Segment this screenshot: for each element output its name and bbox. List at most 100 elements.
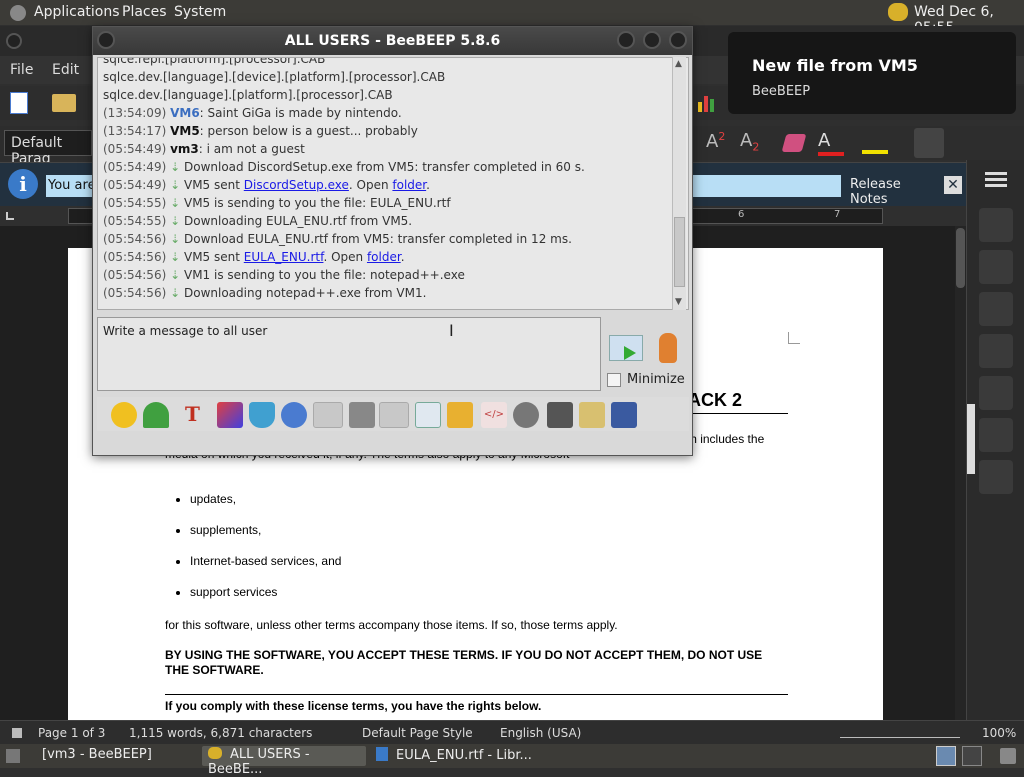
new-document-icon[interactable] [10,92,28,114]
align-center-icon[interactable] [950,128,980,158]
transfer-icon: ⇣ [170,178,181,192]
beebeep-chat-window: ALL USERS - BeeBEEP 5.8.6 sqlce.repl.[pl… [92,26,693,456]
align-left-icon[interactable] [914,128,944,158]
clear-formatting-icon[interactable] [781,134,807,152]
tab-stop-icon[interactable] [6,212,14,220]
html-code-icon[interactable]: </> [481,402,507,428]
page-count[interactable]: Page 1 of 3 [38,726,105,740]
emoticon-icon[interactable] [111,402,137,428]
color-icon[interactable] [217,402,243,428]
minimize-label: Minimize [627,372,685,387]
scroll-up-icon[interactable]: ▲ [675,59,682,69]
word-count[interactable]: 1,115 words, 6,871 characters [129,726,312,740]
task-vm3-beebeep[interactable]: [vm3 - BeeBEEP] [36,746,200,766]
chat-line: sqlce.dev.[language].[device].[platform]… [103,70,446,84]
superscript-icon[interactable]: A2 [706,130,732,156]
language[interactable]: English (USA) [500,726,581,740]
folder-link[interactable]: folder [392,178,426,192]
subscript-icon[interactable]: A2 [740,130,766,156]
folder-link[interactable]: folder [367,250,401,264]
filter-icon[interactable] [249,402,275,428]
inspector-icon[interactable] [979,418,1013,452]
workspace-switcher-1[interactable] [936,746,956,766]
chat-log[interactable]: sqlce.repl.[platform].[processor].CAB sq… [97,57,689,310]
system-menu[interactable]: System [174,4,226,20]
send-file-icon[interactable] [415,402,441,428]
release-notes-button[interactable]: Release Notes [846,173,940,207]
chart-icon[interactable] [698,94,718,112]
chat-line: sqlce.dev.[language].[platform].[process… [103,88,393,102]
chat-line: sqlce.repl.[platform].[processor].CAB [103,57,326,66]
transfer-icon: ⇣ [170,232,181,246]
microphone-icon[interactable] [659,333,677,363]
page-icon [12,728,22,738]
menu-edit[interactable]: Edit [52,62,79,78]
window-close-icon[interactable] [6,33,22,49]
doc-bullet-list: updates, supplements, Internet-based ser… [190,492,590,616]
font-color-icon[interactable]: A [818,130,844,156]
chat-scrollbar-thumb[interactable] [674,217,685,287]
file-link[interactable]: EULA_ENU.rtf [244,250,324,264]
transfer-icon: ⇣ [170,160,181,174]
beebeep-icon [208,747,222,759]
notes-icon[interactable] [579,402,605,428]
styles-icon[interactable] [979,250,1013,284]
document-scrollbar[interactable] [955,226,966,720]
file-link[interactable]: DiscordSetup.exe [244,178,349,192]
open-folder-icon[interactable] [52,94,76,112]
paragraph-style-select[interactable]: Default Parag [4,130,92,167]
minimize-checkbox[interactable] [607,373,621,387]
navigator-icon[interactable] [979,334,1013,368]
music-note-icon[interactable] [379,402,409,428]
menu-file[interactable]: File [10,62,33,78]
sidebar-menu-icon[interactable] [985,172,1007,175]
ruler-tick-7: 7 [834,209,841,220]
zoom-slider[interactable] [840,728,960,738]
text-style-icon[interactable] [349,402,375,428]
send-message-icon[interactable] [609,335,643,361]
zoom-level[interactable]: 100% [982,726,1016,740]
page-style[interactable]: Default Page Style [362,726,473,740]
save-icon[interactable] [611,402,637,428]
gallery-icon[interactable] [979,292,1013,326]
trash-icon[interactable] [1000,748,1016,764]
show-desktop-icon[interactable] [6,749,20,763]
message-input[interactable]: Write a message to all user [97,317,601,391]
send-folder-icon[interactable] [447,402,473,428]
chat-line: (05:54:49) vm3: i am not a guest [103,142,305,156]
properties-icon[interactable] [979,208,1013,242]
font-icon[interactable]: T [185,402,211,428]
scroll-down-icon[interactable]: ▼ [675,297,682,307]
collapse-icon[interactable] [143,402,169,428]
info-icon: i [8,169,38,199]
terminal-icon[interactable] [547,402,573,428]
window-minimize-icon[interactable] [617,31,635,49]
task-eula-writer[interactable]: EULA_ENU.rtf - Libr... [370,746,540,766]
close-infobar-icon[interactable]: ✕ [944,176,962,194]
settings-icon[interactable] [281,402,307,428]
beebeep-tray-icon[interactable] [888,3,908,21]
window-menu-icon[interactable] [97,31,115,49]
applications-icon [10,5,26,21]
top-panel: Applications Places System Wed Dec 6, 05… [0,0,1024,36]
scrollbar-thumb[interactable] [956,228,965,288]
places-menu[interactable]: Places [122,4,167,20]
spellcheck-icon[interactable] [313,402,343,428]
screenshot-icon[interactable] [513,402,539,428]
window-maximize-icon[interactable] [643,31,661,49]
window-close-icon[interactable] [669,31,687,49]
task-all-users-beebeep[interactable]: ALL USERS - BeeBE... [202,746,366,777]
notification-title: New file from VM5 [752,56,918,75]
notification-popup[interactable]: New file from VM5 BeeBEEP [728,32,1016,114]
chat-toolbar: T </> [97,397,689,431]
highlight-icon[interactable] [862,132,888,154]
sidebar-collapse-handle[interactable] [967,404,975,474]
chat-scrollbar[interactable]: ▲ ▼ [672,57,686,310]
applications-menu[interactable]: Applications [34,4,120,20]
page-icon[interactable] [979,376,1013,410]
workspace-switcher-2[interactable] [962,746,982,766]
chat-line: (05:54:49) ⇣ VM5 sent DiscordSetup.exe. … [103,178,430,192]
doc-bullet: updates, [190,492,590,523]
manage-changes-icon[interactable] [979,460,1013,494]
chat-titlebar[interactable]: ALL USERS - BeeBEEP 5.8.6 [93,27,692,55]
